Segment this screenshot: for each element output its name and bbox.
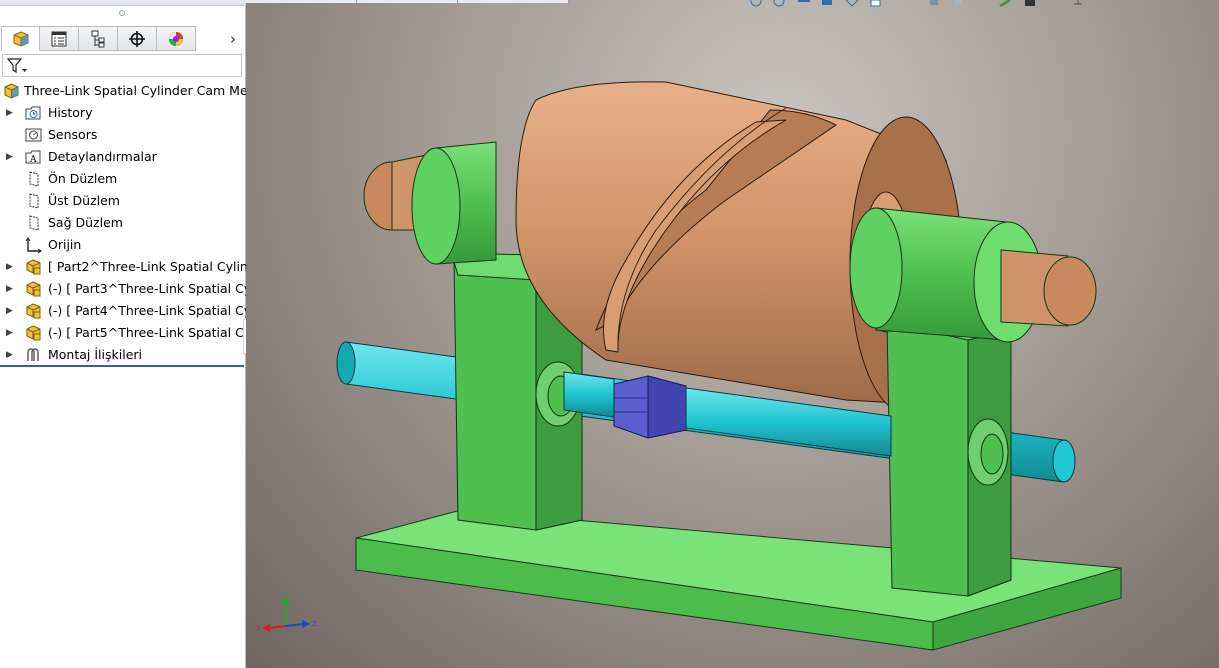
tree-item-label: Ön Düzlem <box>48 171 118 186</box>
tree-item[interactable]: Sağ Düzlem <box>0 212 246 234</box>
dimxpert-tab[interactable] <box>118 26 157 51</box>
plane-icon <box>29 171 39 187</box>
manager-tab-bar: › <box>0 26 246 52</box>
graphics-viewport[interactable]: Y X Z <box>246 0 1219 668</box>
history-folder-icon <box>25 106 41 120</box>
property-list-icon <box>51 31 67 46</box>
origin-icon <box>25 237 42 253</box>
tree-item[interactable]: ▶ A Detaylandırmalar <box>0 146 246 168</box>
tree-item-label: (-) [ Part3^Three-Link Spatial Cylir <box>48 281 246 296</box>
coordinate-triad[interactable]: Y X Z <box>254 590 324 642</box>
expand-arrow-icon[interactable]: ▶ <box>6 300 14 322</box>
part-icon <box>26 259 41 275</box>
triad-z-label: Z <box>312 620 317 628</box>
part-icon <box>26 325 41 341</box>
expand-arrow-icon[interactable]: ▶ <box>6 102 14 124</box>
triad-x-label: X <box>256 624 261 632</box>
feature-tree: Three-Link Spatial Cylinder Cam Mechanis… <box>0 80 246 366</box>
follower-block[interactable] <box>613 375 687 439</box>
expand-arrow-icon[interactable]: ▶ <box>6 278 14 300</box>
tree-root-assembly[interactable]: Three-Link Spatial Cylinder Cam Mechanis… <box>0 80 246 102</box>
tree-item[interactable]: Orijin <box>0 234 246 256</box>
part-icon <box>26 303 41 319</box>
tree-item-label: Sağ Düzlem <box>48 215 123 230</box>
tree-item[interactable]: ▶ History <box>0 102 246 124</box>
left-bearing-boss[interactable] <box>363 141 497 265</box>
panel-top-strip <box>0 0 246 6</box>
tree-item-label: [ Part2^Three-Link Spatial Cylinder <box>48 259 246 274</box>
tree-item-label: (-) [ Part4^Three-Link Spatial Cylir <box>48 303 246 318</box>
expand-arrow-icon[interactable]: ▶ <box>6 322 14 344</box>
annotations-folder-icon: A <box>25 150 41 165</box>
tree-drag-rollback-bar[interactable] <box>0 365 244 367</box>
feature-manager-panel: › Three-Link Spatial Cylinder Cam Mechan… <box>0 0 254 668</box>
tree-item[interactable]: ▶ (-) [ Part5^Three-Link Spatial Cylir <box>0 322 246 344</box>
tree-item[interactable]: ▶ (-) [ Part4^Three-Link Spatial Cylir <box>0 300 246 322</box>
appearance-ball-icon <box>169 31 183 46</box>
tree-filter-bar[interactable] <box>2 54 242 77</box>
plane-icon <box>29 193 39 209</box>
expand-arrow-icon[interactable]: ▶ <box>6 256 14 278</box>
sensors-icon <box>25 128 42 142</box>
display-manager-tab[interactable] <box>157 26 196 51</box>
tree-root-label: Three-Link Spatial Cylinder Cam Mechanis… <box>24 83 246 98</box>
lower-shaft-front <box>563 371 615 418</box>
tree-item[interactable]: ▶ (-) [ Part3^Three-Link Spatial Cylir <box>0 278 246 300</box>
svg-text:A: A <box>29 155 37 165</box>
tree-item-label: Montaj İlişkileri <box>48 347 142 362</box>
configurationmanager-tab[interactable] <box>79 26 118 51</box>
expand-arrow-icon[interactable]: ▶ <box>6 344 14 366</box>
panel-grip-handle[interactable] <box>119 10 125 16</box>
tree-item-label: Detaylandırmalar <box>48 149 157 164</box>
model-graphics[interactable] <box>246 0 1219 668</box>
tree-item-label: History <box>48 105 93 120</box>
more-tabs-arrow[interactable]: › <box>222 26 244 52</box>
right-support[interactable] <box>886 315 1012 597</box>
tree-item-label: Orijin <box>48 237 82 252</box>
triad-y-label: Y <box>283 590 289 598</box>
filter-icon[interactable] <box>6 57 28 75</box>
plane-icon <box>29 215 39 231</box>
tree-item-label: Sensors <box>48 127 98 142</box>
tree-item[interactable]: Ön Düzlem <box>0 168 246 190</box>
configuration-icon <box>91 30 105 47</box>
assembly-icon <box>4 83 19 99</box>
tree-item-label: (-) [ Part5^Three-Link Spatial Cylir <box>48 325 246 340</box>
part-cube-icon <box>13 30 28 47</box>
tree-item[interactable]: Üst Düzlem <box>0 190 246 212</box>
expand-arrow-icon[interactable]: ▶ <box>6 146 14 168</box>
part-icon <box>26 281 41 297</box>
tree-item[interactable]: ▶ [ Part2^Three-Link Spatial Cylinder <box>0 256 246 278</box>
propertymanager-tab[interactable] <box>40 26 79 51</box>
mates-icon <box>27 348 39 361</box>
featuremanager-tab[interactable] <box>1 26 40 51</box>
crosshair-icon <box>129 30 145 47</box>
tree-item-label: Üst Düzlem <box>48 193 120 208</box>
right-bearing-boss[interactable] <box>849 207 1097 343</box>
tree-item[interactable]: ▶ Montaj İlişkileri <box>0 344 246 366</box>
tree-item[interactable]: Sensors <box>0 124 246 146</box>
